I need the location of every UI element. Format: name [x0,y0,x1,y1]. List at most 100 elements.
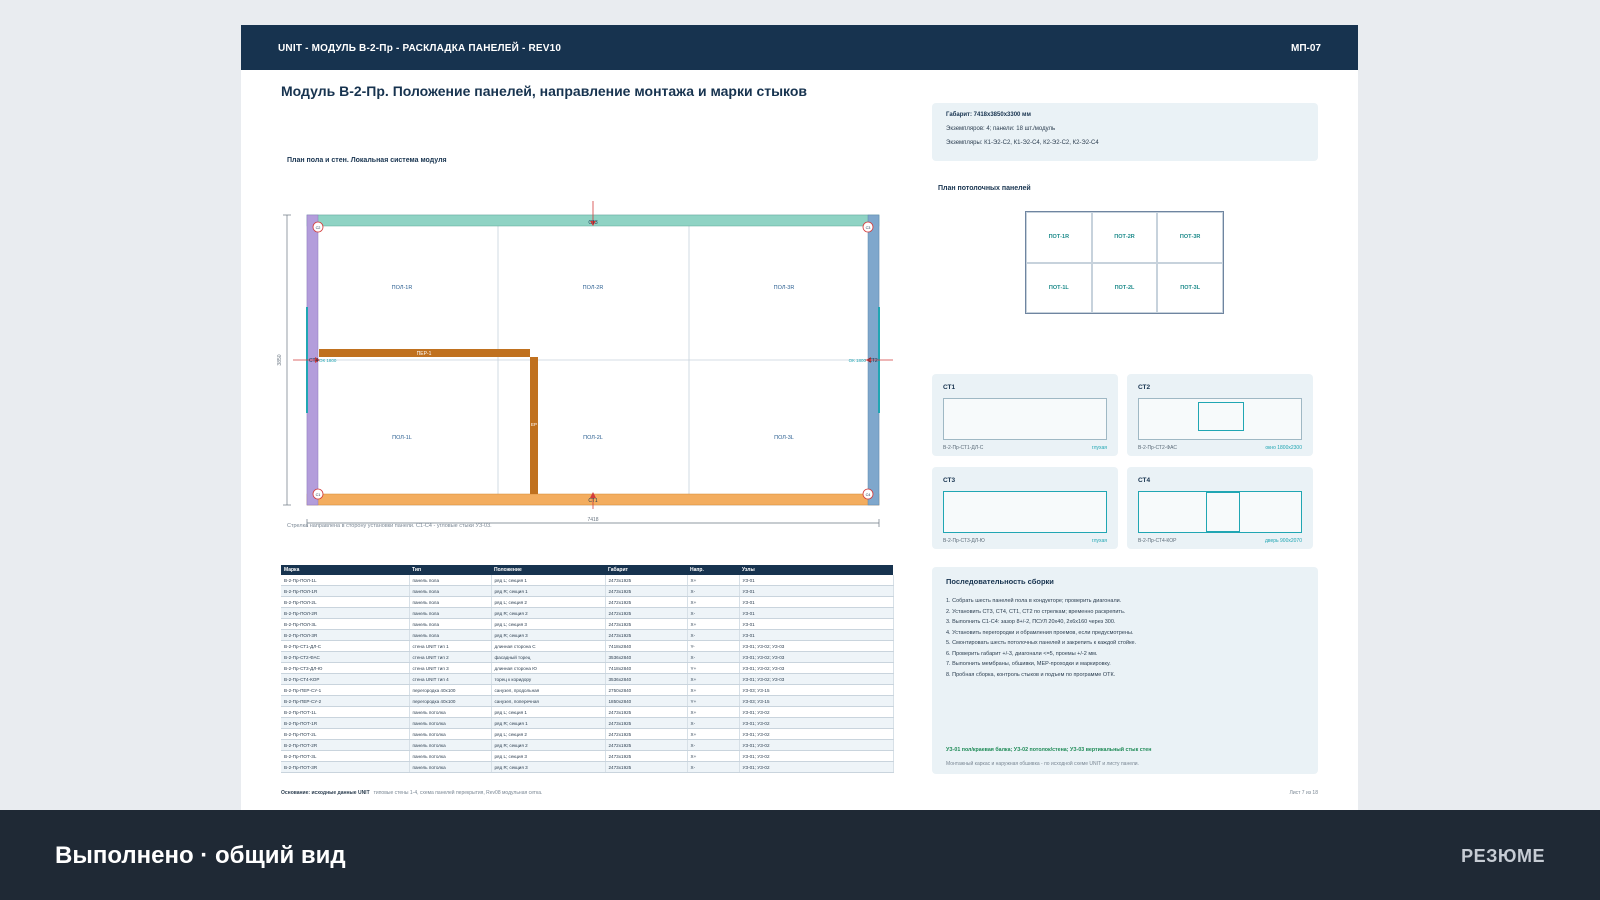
table-cell: УЗ-01 [739,618,894,630]
table-cell: УЗ-01; УЗ-02; УЗ-03 [739,662,894,674]
bottom-bar: Выполнено · общий вид РЕЗЮМЕ [0,810,1600,900]
table-cell: X- [687,651,740,663]
page-title: Модуль В-2-Пр. Положение панелей, направ… [281,83,808,99]
table-cell: панель пола [409,618,492,630]
wall-card-st3: СТ3 В-2-Пр-СТ3-ДЛ-Ю глухая [932,467,1118,549]
table-cell: УЗ-01; УЗ-02 [739,739,894,751]
table-header-row: Марка Тип Положение Габарит Напр. Узлы [281,565,893,575]
floor-plan: 3850 7418 ПЕР-1 ЕР ПОЛ-1R ПОЛ-2R ПОЛ-3R … [277,201,893,527]
table-cell: УЗ-01; УЗ-02; УЗ-03 [739,673,894,685]
wall-elevation [1138,491,1302,533]
sequence-note: Монтажный каркас и наружная обшивка - по… [946,761,1139,767]
table-cell: 2472х1925 [605,728,688,740]
table-row: В-2-Пр-ПОТ-1R панель потолка ряд R; секция… [281,717,894,729]
sheet-header: UNIT - МОДУЛЬ В-2-Пр - РАСКЛАДКА ПАНЕЛЕЙ… [241,25,1358,70]
table-cell: УЗ-01; УЗ-02 [739,717,894,729]
table-cell: УЗ-01 [739,585,894,597]
wall-card-st4: СТ4 В-2-Пр-СТ4-КОР дверь 900х2070 [1127,467,1313,549]
table-cell: УЗ-01; УЗ-02 [739,750,894,762]
table-cell: ряд R; секция 3 [491,629,606,641]
wall-card-note: дверь 900х2070 [1264,538,1302,544]
table-cell: В-2-Пр-СТ4-КОР [281,673,410,685]
table-cell: 2473х1925 [605,750,688,762]
wall-card-note: окно 1800х2300 [1265,445,1302,451]
corner-marker: C1 [312,488,324,500]
ceiling-panel: ПОТ-1L [1026,262,1092,313]
table-cell: фасадный торец [491,651,606,663]
table-cell: УЗ-01 [739,629,894,641]
table-cell: панель потолка [409,728,492,740]
wall-card-code: В-2-Пр-СТ1-ДЛ-С [943,445,984,451]
table-cell: 2473х1925 [605,761,688,773]
table-cell: В-2-Пр-ПОЛ-1R [281,585,410,597]
table-cell: ряд R; секция 1 [491,717,606,729]
table-cell: УЗ-01 [739,596,894,608]
sheet-page-number: Лист 7 из 18 [1289,790,1318,796]
table-cell: УЗ-01; УЗ-02 [739,761,894,773]
table-row: В-2-Пр-ПОТ-3R панель потолка ряд R; секция… [281,761,894,773]
table-cell: панель потолка [409,750,492,762]
wall-card-title: СТ4 [1138,477,1151,484]
assembly-sequence: Последовательность сборки 1. Собрать шес… [932,567,1318,774]
summary-button[interactable]: РЕЗЮМЕ [1461,846,1545,867]
table-cell: перегородка 40х100 [409,684,492,696]
table-cell: длинная сторона Ю [491,662,606,674]
partition-1-label: ПЕР-1 [417,351,432,357]
table-cell: В-2-Пр-ПОЛ-3R [281,629,410,641]
wall-card-code: В-2-Пр-СТ4-КОР [1138,538,1177,544]
table-cell: ряд R; секция 2 [491,607,606,619]
table-cell: панель пола [409,585,492,597]
ceiling-plan: ПОТ-1R ПОТ-2R ПОТ-3R ПОТ-1L ПОТ-2L ПОТ-3… [1025,211,1224,314]
assembly-step: 4. Установить перегородки и обрамления п… [946,629,1134,636]
table-row: В-2-Пр-ПОЛ-3L панель пола ряд L; секция 32… [281,618,894,630]
table-cell: стена UNIT тип 2 [409,651,492,663]
table-cell: X+ [687,684,740,696]
wall-elevation [1138,398,1302,440]
table-cell: ряд L; секция 2 [491,728,606,740]
table-cell: УЗ-01; УЗ-02; УЗ-03 [739,640,894,652]
corner-marker: C2 [312,221,324,233]
table-cell: панель пола [409,629,492,641]
partition-2-label: ЕР [531,422,537,427]
table-row: В-2-Пр-ПОТ-2L панель потолка ряд L; секция… [281,728,894,740]
wall-elevation [943,398,1107,440]
wall-label-left: СТ4 [309,358,318,364]
table-cell: панель пола [409,575,492,586]
table-cell: 2472х1925 [605,739,688,751]
table-cell: ряд L; секция 3 [491,750,606,762]
table-row: В-2-Пр-СТ2-ФАС стена UNIT тип 2 фасадный т… [281,651,894,663]
table-cell: X- [687,607,740,619]
assembly-step: 6. Проверить габарит +/-3, диагонали <=5… [946,650,1098,657]
table-cell: В-2-Пр-ПОЛ-2L [281,596,410,608]
assembly-step: 8. Пробная сборка, контроль стыков и под… [946,671,1116,678]
floor-panel-label: ПОЛ-3L [774,435,794,441]
table-cell: 2473х1925 [605,629,688,641]
ceiling-plan-caption: План потолочных панелей [938,185,1031,192]
table-cell: X+ [687,618,740,630]
table-cell: В-2-Пр-ПОТ-3R [281,761,410,773]
table-cell: 2472х1925 [605,596,688,608]
table-cell: 3536х2840 [605,651,688,663]
ceiling-panel: ПОТ-3R [1157,212,1223,263]
table-cell: В-2-Пр-СТ2-ФАС [281,651,410,663]
ceiling-panel: ПОТ-2L [1091,262,1158,313]
table-cell: 2750х2840 [605,684,688,696]
table-cell: УЗ-01 [739,575,894,586]
table-cell: X+ [687,706,740,718]
module-info-box: Габарит: 7418x3850x3300 мм Экземпляров: … [932,103,1318,161]
table-cell: X- [687,739,740,751]
column-header: Напр. [687,565,739,575]
table-row: В-2-Пр-СТ4-КОР стена UNIT тип 4 торец к ко… [281,673,894,685]
table-row: В-2-Пр-ПОТ-1L панель потолка ряд L; секция… [281,706,894,718]
table-cell: 2473х1925 [605,706,688,718]
table-cell: X+ [687,575,740,586]
table-cell: 7418х2840 [605,662,688,674]
table-row: В-2-Пр-ПЕР-СУ-1 перегородка 40х100 санузел… [281,684,894,696]
table-cell: панель потолка [409,717,492,729]
table-cell: В-2-Пр-ПОТ-1R [281,717,410,729]
wall-card-note: глухая [1091,445,1107,451]
assembly-step: 2. Установить СТ3, СТ4, СТ1, СТ2 по стре… [946,608,1126,615]
table-cell: длинная сторона С [491,640,606,652]
table-cell: панель пола [409,607,492,619]
table-cell: ряд L; секция 1 [491,706,606,718]
